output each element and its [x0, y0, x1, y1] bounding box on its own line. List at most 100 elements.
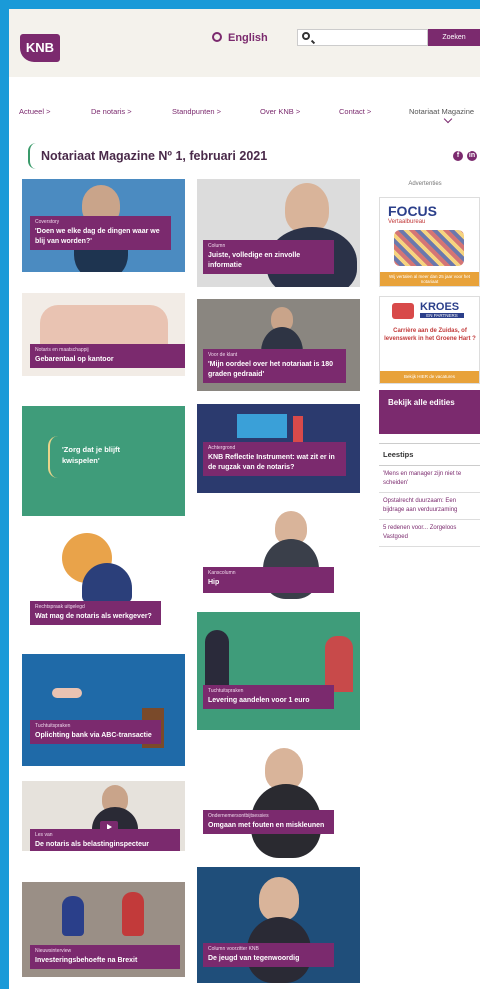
article-title: De jeugd van tegenwoordig: [208, 955, 300, 962]
illustration-screen: [237, 414, 287, 438]
main-nav: Actueel > De notaris > Standpunten > Ove…: [9, 102, 480, 124]
article-category: Ondernemersontbijtsessies: [208, 813, 269, 819]
article-category: Les van: [35, 832, 53, 838]
search-icon: [302, 32, 310, 40]
ad-kroes-text: Carrière aan de Zuidas, of levenswerk in…: [384, 328, 476, 342]
page-frame: KNB English Zoeken Actueel > De notaris …: [9, 9, 480, 989]
article-card[interactable]: Tuchtuitspraken Levering aandelen voor 1 …: [197, 612, 360, 730]
article-category: Coverstory: [35, 219, 60, 225]
ad-focus-sub: Vertaalbureau: [388, 219, 426, 225]
chess-piece-eu: [62, 896, 84, 936]
person-photo: [259, 877, 299, 921]
article-title: 'Doen we elke dag de dingen waar we blij…: [35, 228, 160, 245]
knb-logo[interactable]: KNB: [20, 34, 60, 62]
article-card[interactable]: Kanscolumn Hip: [197, 505, 360, 605]
article-card[interactable]: Notaris en maatschappij Gebarentaal op ka…: [22, 293, 185, 376]
chevron-down-icon: [443, 114, 453, 124]
nav-item-de-notaris[interactable]: De notaris >: [91, 107, 132, 116]
hand-illustration: [52, 688, 82, 698]
article-title: 'Zorg dat je blijft kwispelen': [62, 445, 121, 465]
leestip-link[interactable]: 'Mens en manager zijn niet te scheiden': [379, 466, 480, 493]
article-title: Hip: [208, 579, 220, 586]
article-category: Column voorzitter KNB: [208, 946, 259, 952]
nav-item-notariaat-magazine[interactable]: Notariaat Magazine: [409, 107, 474, 116]
article-title: Gebarentaal op kantoor: [35, 356, 114, 363]
article-category: Rechtspraak uitgelegd: [35, 604, 85, 610]
article-title: Juiste, volledige en zinvolle informatie: [208, 252, 301, 269]
article-title: KNB Reflectie Instrument: wat zit er in …: [208, 454, 335, 471]
article-card[interactable]: Nieuwsinterview Investeringsbehoefte na B…: [22, 882, 185, 977]
leestips-box: Leestips 'Mens en manager zijn niet te s…: [379, 443, 480, 547]
all-editions-button[interactable]: Bekijk alle edities: [379, 390, 480, 434]
nav-item-over-knb[interactable]: Over KNB >: [260, 107, 300, 116]
illustration-figure: [325, 636, 353, 692]
leestip-link[interactable]: Opstalrecht duurzaam: Een bijdrage aan v…: [379, 493, 480, 520]
article-category: Tuchtuitspraken: [208, 688, 244, 694]
article-card[interactable]: Voor de klant 'Mijn oordeel over het nota…: [197, 299, 360, 391]
article-card[interactable]: Coverstory 'Doen we elke dag de dingen wa…: [22, 179, 185, 272]
leestips-title: Leestips: [379, 444, 480, 466]
article-title: Omgaan met fouten en miskleunen: [208, 822, 325, 829]
article-card[interactable]: Ondernemersontbijtsessies Omgaan met fout…: [197, 742, 360, 860]
article-category: Tuchtuitspraken: [35, 723, 71, 729]
quote-bracket: [48, 436, 58, 478]
article-category: Notaris en maatschappij: [35, 347, 89, 353]
article-title: 'Mijn oordeel over het notariaat is 180 …: [208, 361, 333, 378]
ad-kroes-name: KROES: [420, 301, 460, 313]
article-title: Investeringsbehoefte na Brexit: [35, 957, 138, 964]
illustration-figure: [82, 563, 132, 603]
article-card[interactable]: Rechtspraak uitgelegd Wat mag de notaris …: [22, 533, 185, 643]
search-input[interactable]: [297, 29, 428, 46]
article-card[interactable]: 'Zorg dat je blijft kwispelen': [22, 406, 185, 516]
language-switch[interactable]: English: [212, 32, 268, 44]
article-label: Ondernemersontbijtsessies Omgaan met fout…: [203, 810, 334, 834]
ad-kroes[interactable]: KROES EN PARTNERS Carrière aan de Zuidas…: [379, 296, 480, 384]
article-category: Voor de klant: [208, 352, 238, 358]
article-label: Kanscolumn Hip: [203, 567, 334, 593]
ads-heading: Advertenties: [408, 181, 442, 187]
article-label: Achtergrond KNB Reflectie Instrument: wat…: [203, 442, 346, 476]
leestip-link[interactable]: 5 redenen voor... Zorgeloos Vastgoed: [379, 520, 480, 547]
article-category: Column: [208, 243, 226, 249]
article-card[interactable]: Tuchtuitspraken Oplichting bank via ABC-t…: [22, 654, 185, 766]
article-category: Achtergrond: [208, 445, 236, 451]
ad-focus-name: FOCUS: [388, 203, 437, 219]
article-card[interactable]: Les van De notaris als belastinginspecteu…: [22, 781, 185, 851]
title-bracket: [28, 143, 37, 169]
ad-focus[interactable]: FOCUS Vertaalbureau Wij vertalen al meer…: [379, 197, 480, 287]
article-card[interactable]: Achtergrond KNB Reflectie Instrument: wat…: [197, 404, 360, 493]
article-label: Voor de klant 'Mijn oordeel over het nota…: [203, 349, 346, 383]
article-label: Nieuwsinterview Investeringsbehoefte na B…: [30, 945, 180, 969]
article-category: Nieuwsinterview: [35, 948, 72, 954]
illustration-figure: [293, 416, 303, 444]
article-title: De notaris als belastinginspecteur: [35, 841, 149, 848]
ad-focus-footer: Wij vertalen al meer dan 25 jaar voor he…: [380, 272, 479, 286]
article-title: Wat mag de notaris als werkgever?: [35, 613, 152, 620]
illustration-figure: [205, 630, 229, 690]
facebook-icon[interactable]: f: [453, 151, 463, 161]
nav-item-actueel[interactable]: Actueel >: [19, 107, 50, 116]
article-card[interactable]: Column Juiste, volledige en zinvolle info…: [197, 179, 360, 287]
article-label: Notaris en maatschappij Gebarentaal op ka…: [30, 344, 185, 368]
article-label: Coverstory 'Doen we elke dag de dingen wa…: [30, 216, 171, 250]
article-label: Column Juiste, volledige en zinvolle info…: [203, 240, 334, 274]
globe-icon: [212, 32, 222, 42]
nav-item-standpunten[interactable]: Standpunten >: [172, 107, 221, 116]
article-label: Column voorzitter KNB De jeugd van tegenw…: [203, 943, 334, 967]
page-title: Notariaat Magazine Nº 1, februari 2021: [41, 149, 268, 163]
article-label: Les van De notaris als belastinginspecteu…: [30, 829, 180, 851]
person-photo: [285, 183, 329, 233]
article-card[interactable]: Column voorzitter KNB De jeugd van tegenw…: [197, 867, 360, 983]
search-button[interactable]: Zoeken: [428, 29, 480, 46]
language-label: English: [228, 32, 268, 44]
article-category: Kanscolumn: [208, 570, 236, 576]
article-label: Rechtspraak uitgelegd Wat mag de notaris …: [30, 601, 161, 625]
flags-image: [394, 230, 464, 266]
article-title: Levering aandelen voor 1 euro: [208, 697, 310, 704]
article-label: Tuchtuitspraken Oplichting bank via ABC-t…: [30, 720, 161, 744]
linkedin-icon[interactable]: in: [467, 151, 477, 161]
article-title: Oplichting bank via ABC-transactie: [35, 732, 152, 739]
site-header: KNB English Zoeken: [9, 9, 480, 77]
nav-item-contact[interactable]: Contact >: [339, 107, 371, 116]
chess-piece-uk: [122, 892, 144, 936]
